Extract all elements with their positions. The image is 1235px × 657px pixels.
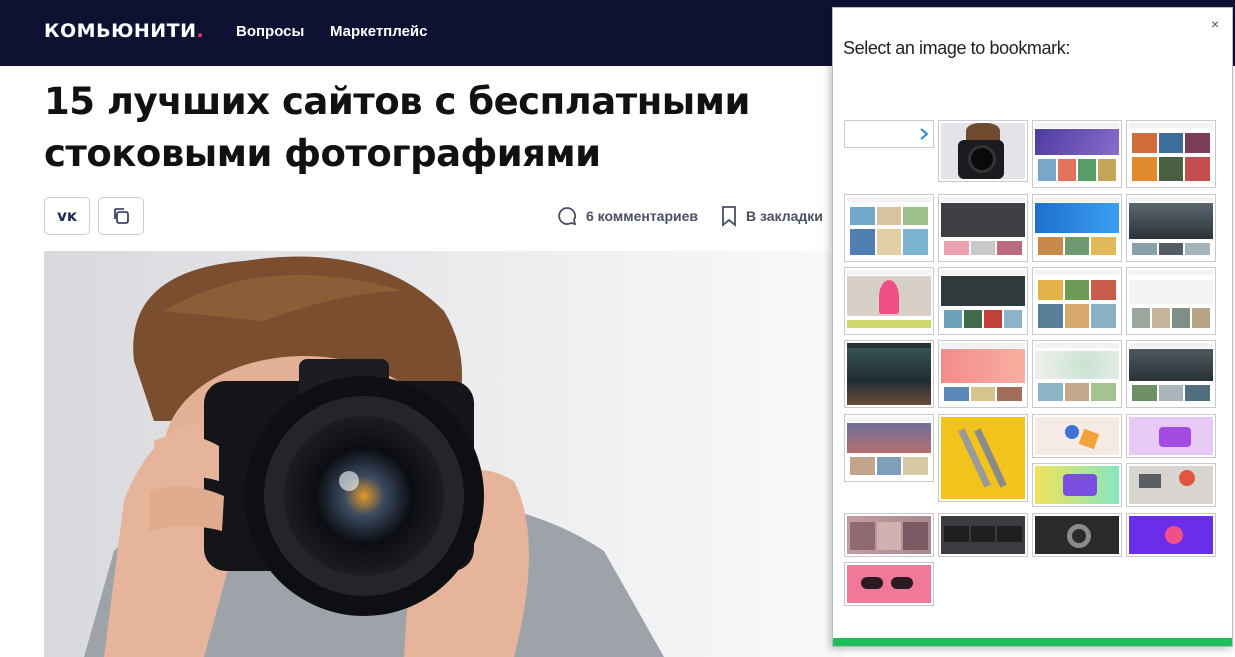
article-title: 15 лучших сайтов с бесплатными стоковыми… [44,76,804,180]
thumbnail-site-3[interactable] [844,194,934,262]
thumbnail-site-10[interactable] [1126,267,1216,335]
comments-link[interactable]: 6 комментариев [556,205,698,227]
thumbnail-illustration-2[interactable] [1126,414,1216,458]
thumbnail-purple-logo[interactable] [1126,513,1216,557]
site-logo[interactable]: КОМЬЮНИТИ. [44,20,204,42]
article-title-line-2: стоковыми фотографиями [44,132,601,175]
thumbnail-site-2[interactable] [1126,120,1216,188]
thumbnail-site-7[interactable] [844,267,934,335]
thumbnail-site-4[interactable] [938,194,1028,262]
thumbnail-site-5[interactable] [1032,194,1122,262]
thumbnail-site-13[interactable] [1032,340,1122,408]
bookmark-button[interactable]: В закладки [720,205,823,227]
nav-questions-link[interactable]: Вопросы [236,23,304,40]
chevron-right-icon [920,128,929,140]
thumbnail-site-12[interactable] [938,340,1028,408]
article-title-line-1: 15 лучших сайтов с бесплатными [44,80,750,123]
vk-icon: ᴠᴋ [57,207,77,225]
picker-title: Select an image to bookmark: [843,38,1070,58]
thumbnail-illustration-1[interactable] [1032,414,1122,458]
hero-image [44,251,844,657]
thumbnail-site-1[interactable] [1032,120,1122,188]
thumbnail-yellow-pencils[interactable] [938,414,1028,502]
bookmark-icon [722,206,736,227]
comment-icon [558,207,577,226]
thumbnail-ring[interactable] [1032,513,1122,557]
thumbnail-sunglasses[interactable] [844,562,934,606]
thumbnail-site-6[interactable] [1126,194,1216,262]
nav-marketplace-link[interactable]: Маркетплейс [330,23,427,40]
share-vk-button[interactable]: ᴠᴋ [44,197,90,235]
thumbnail-site-14[interactable] [1126,340,1216,408]
bookmark-label: В закладки [746,208,823,224]
thumbnail-site-15[interactable] [844,414,934,482]
close-icon[interactable]: × [1211,16,1219,32]
copy-link-button[interactable] [98,197,144,235]
picker-progress-bar [833,638,1232,646]
thumbnail-bookshelf[interactable] [844,513,934,557]
thumbnail-site-9[interactable] [1032,267,1122,335]
thumbnail-desk-photo[interactable] [1126,463,1216,507]
bookmark-image-picker: × Select an image to bookmark: [832,7,1233,647]
thumbnail-site-8[interactable] [938,267,1028,335]
thumbnail-keyboard[interactable] [938,513,1028,557]
comments-count: 6 комментариев [586,208,699,224]
thumbnail-link-preview[interactable] [844,120,934,148]
thumbnail-illustration-3[interactable] [1032,463,1122,507]
thumbnail-site-11[interactable] [844,340,934,408]
thumbnail-photographer[interactable] [938,120,1028,182]
copy-icon [114,208,129,224]
